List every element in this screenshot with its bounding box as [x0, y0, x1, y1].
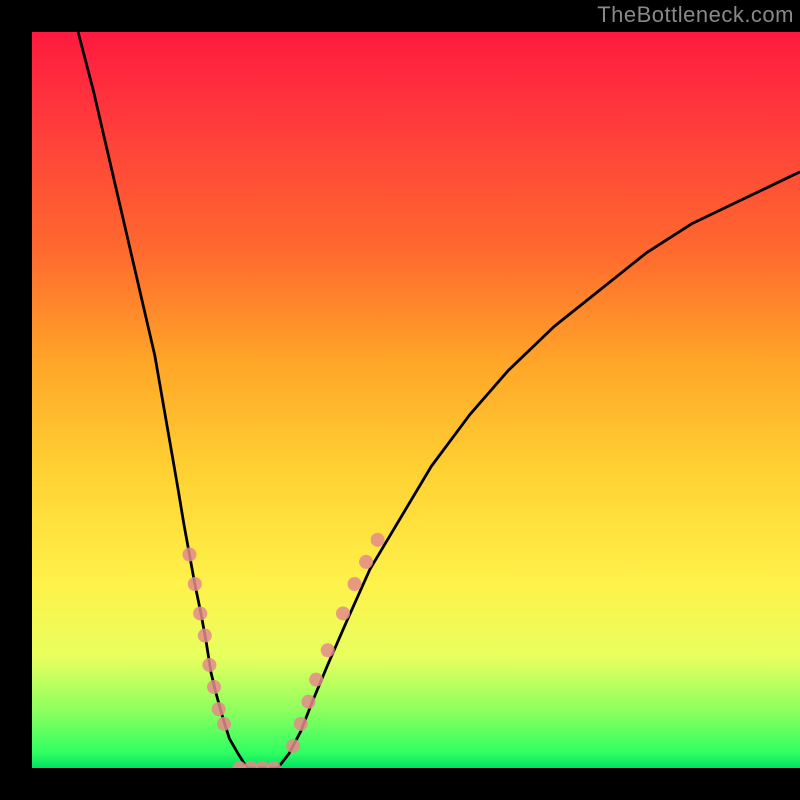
- data-point-marker: [321, 643, 335, 657]
- data-point-marker: [371, 533, 385, 547]
- data-point-marker: [207, 680, 221, 694]
- data-point-marker: [348, 577, 362, 591]
- data-point-marker: [244, 761, 258, 768]
- bottleneck-curve: [78, 32, 800, 768]
- data-point-marker: [202, 658, 216, 672]
- data-point-marker: [286, 739, 300, 753]
- data-point-marker: [294, 717, 308, 731]
- data-point-marker: [255, 761, 269, 768]
- data-point-marker: [359, 555, 373, 569]
- data-point-marker: [232, 761, 246, 768]
- data-point-marker: [193, 606, 207, 620]
- chart-svg: [32, 32, 800, 768]
- data-point-marker: [188, 577, 202, 591]
- data-point-marker: [267, 761, 281, 768]
- bottleneck-chart: TheBottleneck.com: [0, 0, 800, 800]
- data-point-marker: [198, 629, 212, 643]
- data-point-marker: [309, 673, 323, 687]
- data-point-marker: [212, 702, 226, 716]
- data-point-marker: [301, 695, 315, 709]
- watermark-text: TheBottleneck.com: [597, 2, 794, 28]
- plot-area: [32, 32, 800, 768]
- data-point-marker: [182, 548, 196, 562]
- data-point-marker: [336, 606, 350, 620]
- data-point-marker: [217, 717, 231, 731]
